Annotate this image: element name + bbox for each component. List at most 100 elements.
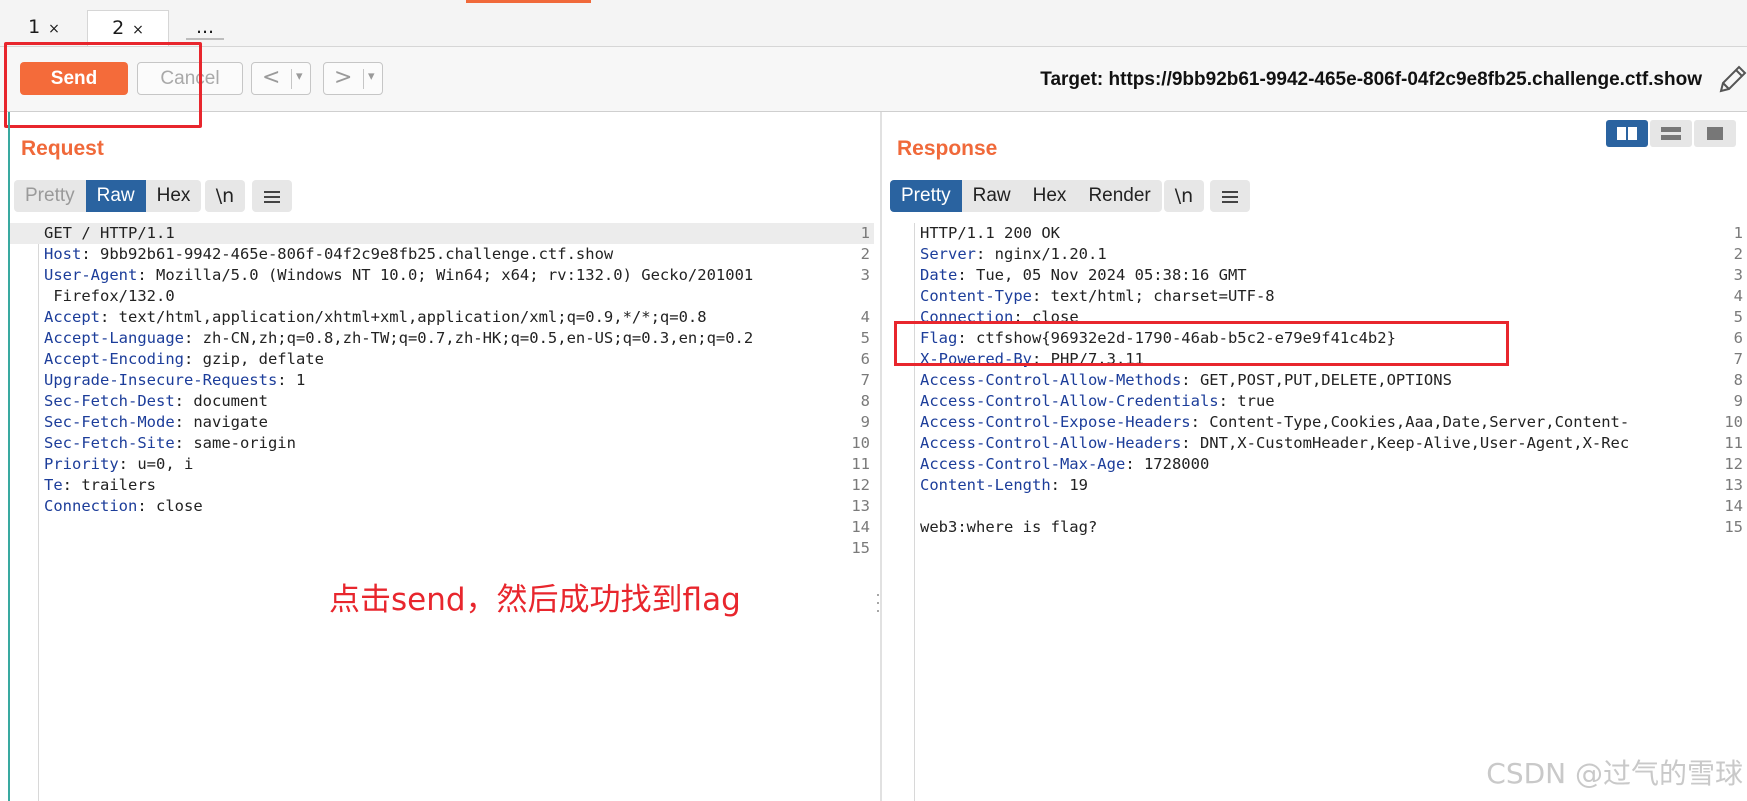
header-value: : same-origin xyxy=(174,434,296,452)
response-menu-button[interactable] xyxy=(1210,180,1250,212)
request-menu-button[interactable] xyxy=(252,180,292,212)
line-number: 11 xyxy=(1724,434,1743,452)
header-value: : close xyxy=(137,497,203,515)
code-line: 10 Access-Control-Expose-Headers: Content… xyxy=(886,412,1747,433)
code-line: Firefox/132.0 xyxy=(10,286,874,307)
line-number: 12 xyxy=(851,476,870,494)
line-content: GET / HTTP/1.1 xyxy=(44,223,175,244)
line-content: Firefox/132.0 xyxy=(44,286,174,307)
code-line: 8 Access-Control-Allow-Methods: GET,POST,… xyxy=(886,370,1747,391)
tab-raw[interactable]: Raw xyxy=(85,180,146,212)
header-value: : zh-CN,zh;q=0.8,zh-TW;q=0.7,zh-HK;q=0.5… xyxy=(183,329,754,347)
header-name: Access-Control-Expose-Headers xyxy=(920,413,1191,431)
back-button[interactable]: < ▾ xyxy=(251,62,311,95)
header-value: : GET,POST,PUT,DELETE,OPTIONS xyxy=(1181,371,1452,389)
line-number: 5 xyxy=(1733,308,1743,326)
forward-button[interactable]: > ▾ xyxy=(323,62,383,95)
header-name: Access-Control-Allow-Credentials xyxy=(920,392,1219,410)
code-line: 15 web3:where is flag? xyxy=(886,517,1747,538)
chevron-down-icon[interactable]: ▾ xyxy=(368,69,375,84)
code-line: 12 Te: trailers xyxy=(10,475,874,496)
line-content: Accept: text/html,application/xhtml+xml,… xyxy=(44,307,707,328)
response-title: Response xyxy=(897,137,998,160)
header-value: : gzip, deflate xyxy=(183,350,324,368)
layout-stacked-button[interactable] xyxy=(1650,120,1692,147)
line-number: 1 xyxy=(860,224,870,242)
line-content: Access-Control-Allow-Methods: GET,POST,P… xyxy=(920,370,1452,391)
code-line: 9 Access-Control-Allow-Credentials: true xyxy=(886,391,1747,412)
header-name: Sec-Fetch-Mode xyxy=(44,413,175,431)
line-number: 9 xyxy=(860,413,870,431)
line-content: web3:where is flag? xyxy=(920,517,1097,538)
code-line: 4 Accept: text/html,application/xhtml+xml… xyxy=(10,307,874,328)
header-name: Accept xyxy=(44,308,100,326)
line-number: 6 xyxy=(860,350,870,368)
line-number: 13 xyxy=(1724,476,1743,494)
tab-new[interactable]: ... xyxy=(176,10,234,46)
tab-hex[interactable]: Hex xyxy=(145,180,202,212)
code-line: 2 Host: 9bb92b61-9942-465e-806f-04f2c9e8f… xyxy=(10,244,874,265)
line-number: 9 xyxy=(1733,392,1743,410)
line-content: Access-Control-Allow-Headers: DNT,X-Cust… xyxy=(920,433,1629,454)
line-number: 8 xyxy=(860,392,870,410)
menu-icon xyxy=(1222,190,1238,203)
header-value: : trailers xyxy=(62,476,156,494)
line-number: 3 xyxy=(860,266,870,284)
header-name: Accept-Language xyxy=(44,329,184,347)
line-number: 2 xyxy=(1733,245,1743,263)
line-content: Access-Control-Max-Age: 1728000 xyxy=(920,454,1209,475)
line-content: Host: 9bb92b61-9942-465e-806f-04f2c9e8fb… xyxy=(44,244,613,265)
header-value: : Content-Type,Cookies,Aaa,Date,Server,C… xyxy=(1190,413,1630,431)
tab-pretty[interactable]: Pretty xyxy=(14,180,86,212)
line-number: 11 xyxy=(851,455,870,473)
code-line: 5 Accept-Language: zh-CN,zh;q=0.8,zh-TW;q… xyxy=(10,328,874,349)
tab-label: 2 xyxy=(112,17,125,39)
line-number: 10 xyxy=(1724,413,1743,431)
code-line: 3 Date: Tue, 05 Nov 2024 05:38:16 GMT xyxy=(886,265,1747,286)
header-value: : document xyxy=(174,392,268,410)
response-view-tabs: Pretty Raw Hex Render xyxy=(890,180,1162,212)
header-value: : Tue, 05 Nov 2024 05:38:16 GMT xyxy=(957,266,1247,284)
header-name: Te xyxy=(44,476,63,494)
header-value: : text/html,application/xhtml+xml,applic… xyxy=(100,308,707,326)
line-number: 8 xyxy=(1733,371,1743,389)
request-title: Request xyxy=(21,137,104,160)
line-number: 6 xyxy=(1733,329,1743,347)
kebab-icon[interactable]: · · · xyxy=(875,585,883,619)
layout-single-button[interactable] xyxy=(1694,120,1736,147)
header-name: User-Agent xyxy=(44,266,138,284)
header-value: : 1 xyxy=(277,371,306,389)
response-newline-toggle[interactable]: \n xyxy=(1164,180,1204,212)
tab-render[interactable]: Render xyxy=(1077,180,1162,212)
tab-1[interactable]: 1 × xyxy=(8,10,80,46)
close-icon[interactable]: × xyxy=(48,21,60,37)
code-line: 2 Server: nginx/1.20.1 xyxy=(886,244,1747,265)
chevron-right-icon: > xyxy=(334,65,353,90)
line-content: Access-Control-Allow-Credentials: true xyxy=(920,391,1275,412)
header-name: Content-Type xyxy=(920,287,1032,305)
chevron-down-icon[interactable]: ▾ xyxy=(296,69,303,84)
layout-side-by-side-button[interactable] xyxy=(1606,120,1648,147)
tab-pretty[interactable]: Pretty xyxy=(890,180,962,212)
header-value: : true xyxy=(1218,392,1275,410)
tab-hex[interactable]: Hex xyxy=(1021,180,1078,212)
request-newline-toggle[interactable]: \n xyxy=(205,180,245,212)
line-content: Te: trailers xyxy=(44,475,156,496)
header-value: : Mozilla/5.0 (Windows NT 10.0; Win64; x… xyxy=(137,266,754,284)
header-value: : u=0, i xyxy=(118,455,194,473)
line-content: Accept-Language: zh-CN,zh;q=0.8,zh-TW;q=… xyxy=(44,328,753,349)
code-line: 3 User-Agent: Mozilla/5.0 (Windows NT 10.… xyxy=(10,265,874,286)
line-number: 2 xyxy=(860,245,870,263)
tab-2[interactable]: 2 × xyxy=(87,10,169,46)
close-icon[interactable]: × xyxy=(132,22,144,38)
code-line: 1 HTTP/1.1 200 OK xyxy=(886,223,1747,244)
tab-label: 1 xyxy=(28,16,41,38)
panel-divider[interactable] xyxy=(880,112,882,801)
tab-raw[interactable]: Raw xyxy=(961,180,1022,212)
line-number: 3 xyxy=(1733,266,1743,284)
header-name: Priority xyxy=(44,455,119,473)
header-value: GET / HTTP/1.1 xyxy=(44,224,175,242)
line-number: 4 xyxy=(1733,287,1743,305)
pencil-icon[interactable] xyxy=(1717,61,1747,95)
line-number: 5 xyxy=(860,329,870,347)
